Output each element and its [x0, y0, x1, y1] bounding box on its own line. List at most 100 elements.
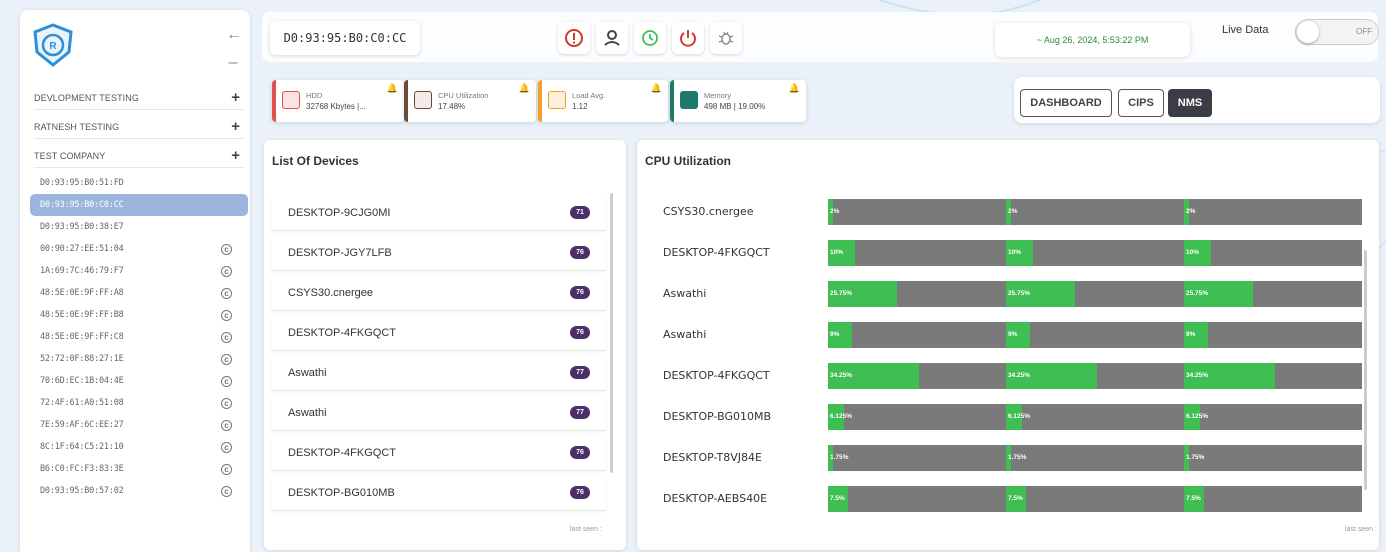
- sidebar-mac-item[interactable]: D0:93:95:B0:C0:CC: [30, 194, 248, 216]
- minimize-icon[interactable]: –: [226, 54, 240, 72]
- sidebar-mac-item[interactable]: 48:5E:0E:9F:FF:B8 c: [30, 304, 248, 326]
- client-status-icon: c: [221, 287, 232, 299]
- device-row[interactable]: Aswathi 77: [272, 395, 606, 431]
- client-status-icon: c: [221, 419, 232, 431]
- sidebar-mac-item[interactable]: 48:5E:0E:9F:FF:A8 c: [30, 282, 248, 304]
- hdd-icon: [282, 91, 300, 109]
- device-name: Aswathi: [288, 406, 327, 419]
- sidebar-mac-item[interactable]: D0:93:95:B0:38:E7: [30, 216, 248, 238]
- sidebar-mac-item[interactable]: B6:C0:FC:F3:83:3E c: [30, 458, 248, 480]
- device-list-title: List Of Devices: [272, 154, 359, 168]
- live-data-label: Live Data: [1222, 24, 1269, 36]
- cips-button[interactable]: CIPS: [1118, 89, 1164, 117]
- sidebar-mac-item[interactable]: 48:5E:0E:9F:FF:C8 c: [30, 326, 248, 348]
- device-list-scrollbar[interactable]: [610, 193, 613, 473]
- sidebar-mac-item[interactable]: 00:90:27:EE:51:04 c: [30, 238, 248, 260]
- device-count-badge: 76: [570, 286, 590, 299]
- bell-icon[interactable]: 🔔: [519, 83, 530, 94]
- metric-title: CPU Utilization: [438, 91, 489, 100]
- client-status-icon: c: [221, 309, 232, 321]
- cpu-usage-label: 1.75%: [1008, 454, 1027, 461]
- bell-icon[interactable]: 🔔: [651, 83, 662, 94]
- cpu-device-name: Aswathi: [663, 328, 707, 341]
- cpu-usage-label: 25.75%: [1186, 290, 1209, 297]
- mac-label: 1A:69:7C:46:79:F7: [40, 266, 124, 276]
- cpu-usage-label: 7.5%: [1008, 495, 1023, 502]
- selected-mac-display: D0:93:95:B0:C0:CC: [270, 21, 420, 55]
- device-row[interactable]: DESKTOP-BG010MB 76: [272, 475, 606, 511]
- cpu-usage-label: 6.125%: [1008, 413, 1031, 420]
- company-item[interactable]: RATNESH TESTING +: [34, 115, 244, 139]
- cpu-device-name: DESKTOP-T8VJ84E: [663, 451, 762, 464]
- cpu-usage-bar: 10% 10% 10%: [828, 240, 1362, 266]
- mac-label: D0:93:95:B0:51:FD: [40, 178, 124, 188]
- sidebar-mac-item[interactable]: 70:6D:EC:1B:04:4E c: [30, 370, 248, 392]
- metric-card-memory[interactable]: Memory 498 MB | 19.00% 🔔: [670, 80, 806, 122]
- mac-label: 00:90:27:EE:51:04: [40, 244, 124, 254]
- metric-card-cpu[interactable]: CPU Utilization 17.48% 🔔: [404, 80, 536, 122]
- top-bar: [262, 12, 1378, 62]
- bell-icon[interactable]: 🔔: [387, 83, 398, 94]
- device-name: DESKTOP-4FKGQCT: [288, 326, 396, 339]
- power-icon[interactable]: [672, 22, 704, 54]
- device-row[interactable]: DESKTOP-JGY7LFB 76: [272, 235, 606, 271]
- cpu-device-name: DESKTOP-4FKGQCT: [663, 369, 770, 382]
- company-item[interactable]: DEVLOPMENT TESTING +: [34, 86, 244, 110]
- cpu-device-name: CSYS30.cnergee: [663, 205, 754, 218]
- device-count-badge: 76: [570, 326, 590, 339]
- company-label: TEST COMPANY: [34, 150, 106, 161]
- cpu-usage-label: 1.75%: [830, 454, 849, 461]
- metric-card-hdd[interactable]: HDD 32768 Kbytes |... 🔔: [272, 80, 404, 122]
- cpu-usage-label: 25.75%: [830, 290, 853, 297]
- user-location-icon[interactable]: [596, 22, 628, 54]
- history-icon[interactable]: [634, 22, 666, 54]
- client-status-icon: c: [221, 485, 232, 497]
- device-row[interactable]: DESKTOP-4FKGQCT 76: [272, 315, 606, 351]
- cpu-device-name: DESKTOP-BG010MB: [663, 410, 772, 423]
- device-row[interactable]: CSYS30.cnergee 76: [272, 275, 606, 311]
- client-status-icon: c: [221, 375, 232, 387]
- device-name: DESKTOP-9CJG0MI: [288, 206, 391, 219]
- expand-plus-icon[interactable]: +: [231, 89, 240, 106]
- device-row[interactable]: DESKTOP-9CJG0MI 71: [272, 195, 606, 231]
- sidebar-mac-item[interactable]: 52:72:0F:88:27:1E c: [30, 348, 248, 370]
- cpu-usage-label: 1.75%: [1186, 454, 1205, 461]
- sidebar-mac-item[interactable]: 72:4F:61:A0:51:08 c: [30, 392, 248, 414]
- cpu-usage-label: 10%: [1008, 249, 1022, 256]
- device-name: CSYS30.cnergee: [288, 286, 373, 299]
- metric-card-load[interactable]: Load Avg. 1.12 🔔: [538, 80, 668, 122]
- sidebar-mac-item[interactable]: D0:93:95:B0:51:FD: [30, 172, 248, 194]
- client-status-icon: c: [221, 353, 232, 365]
- cpu-usage-label: 7.5%: [1186, 495, 1201, 502]
- nms-button[interactable]: NMS: [1168, 89, 1212, 117]
- sidebar-mac-item[interactable]: D0:93:95:B0:57:02 c: [30, 480, 248, 502]
- device-count-badge: 76: [570, 446, 590, 459]
- client-status-icon: c: [221, 397, 232, 409]
- mac-label: 48:5E:0E:9F:FF:B8: [40, 310, 124, 320]
- device-count-badge: 77: [570, 366, 590, 379]
- sidebar-mac-item[interactable]: 7E:59:AF:6C:EE:27 c: [30, 414, 248, 436]
- toggle-knob: [1297, 21, 1319, 43]
- expand-plus-icon[interactable]: +: [231, 147, 240, 164]
- expand-plus-icon[interactable]: +: [231, 118, 240, 135]
- collapse-arrow-icon[interactable]: ←: [226, 26, 242, 44]
- dashboard-button[interactable]: DASHBOARD: [1020, 89, 1112, 117]
- info-icon[interactable]: [558, 22, 590, 54]
- sidebar-mac-item[interactable]: 8C:1F:64:C5:21:10 c: [30, 436, 248, 458]
- metric-value: 17.48%: [438, 102, 466, 111]
- cpu-usage-bar: 6.125% 6.125% 6.125%: [828, 404, 1362, 430]
- sidebar-mac-item[interactable]: 1A:69:7C:46:79:F7 c: [30, 260, 248, 282]
- bug-icon[interactable]: [710, 22, 742, 54]
- live-data-toggle[interactable]: OFF: [1295, 19, 1379, 45]
- device-row[interactable]: DESKTOP-4FKGQCT 76: [272, 435, 606, 471]
- mac-label: D0:93:95:B0:C0:CC: [40, 200, 124, 210]
- cpu-list-scrollbar[interactable]: [1364, 250, 1367, 490]
- mac-label: D0:93:95:B0:38:E7: [40, 222, 124, 232]
- device-row[interactable]: Aswathi 77: [272, 355, 606, 391]
- metric-value: 32768 Kbytes |...: [306, 102, 366, 111]
- cpu-usage-label: 9%: [830, 331, 840, 338]
- mac-label: D0:93:95:B0:57:02: [40, 486, 124, 496]
- svg-text:R: R: [49, 41, 57, 52]
- company-item[interactable]: TEST COMPANY +: [34, 144, 244, 168]
- bell-icon[interactable]: 🔔: [789, 83, 800, 94]
